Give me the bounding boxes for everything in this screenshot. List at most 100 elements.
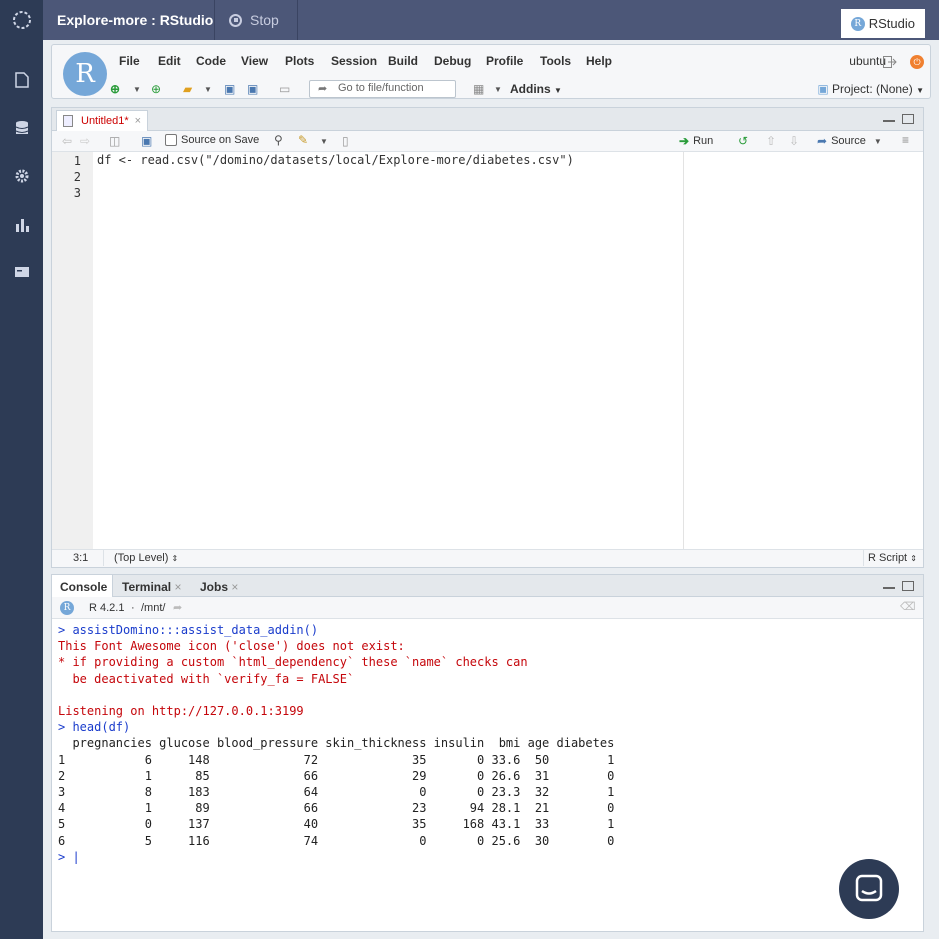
power-icon[interactable]: ⏻ (910, 55, 924, 69)
chevron-down-icon[interactable]: ▼ (204, 85, 212, 94)
back-arrow-icon[interactable]: ⇦ (62, 134, 72, 148)
source-on-save-toggle[interactable]: Source on Save (165, 134, 259, 146)
new-project-icon[interactable]: ⊕ (151, 82, 161, 96)
file-type-selector[interactable]: R Script ⇕ (868, 552, 917, 564)
source-status-bar: 3:1 (Top Level) ⇕ R Script ⇕ (52, 549, 923, 567)
menu-view[interactable]: View (241, 54, 268, 68)
grid-layout-icon[interactable]: ▦ (473, 82, 484, 96)
domino-logo-icon[interactable] (0, 0, 43, 40)
stop-label: Stop (250, 12, 279, 28)
go-to-arrow-icon: ➦ (318, 83, 328, 95)
magic-wand-icon[interactable]: ✎ (298, 133, 308, 147)
go-to-file-input[interactable]: ➦ Go to file/function (309, 80, 456, 98)
file-icon[interactable] (0, 60, 43, 100)
maximize-icon[interactable] (902, 581, 914, 591)
r-logo-icon: R (60, 601, 74, 615)
tab-untitled1[interactable]: Untitled1* × (56, 110, 148, 132)
console-line: pregnancies glucose blood_pressure skin_… (58, 736, 615, 751)
close-icon[interactable]: × (231, 580, 238, 594)
menu-debug[interactable]: Debug (434, 54, 471, 68)
clear-console-icon[interactable]: ⌫ (900, 600, 916, 613)
up-arrow-icon[interactable]: ⇧ (766, 134, 776, 148)
console-line: This Font Awesome icon ('close') does no… (58, 639, 405, 654)
user-name: ubuntu (849, 54, 886, 68)
source-button[interactable]: ➦ Source ▼ (817, 134, 882, 148)
updown-icon: ⇕ (910, 554, 917, 563)
maximize-icon[interactable] (902, 114, 914, 124)
stop-icon (229, 13, 242, 27)
r-logo: R (63, 52, 107, 96)
menu-code[interactable]: Code (196, 54, 226, 68)
chevron-down-icon[interactable]: ▼ (133, 85, 141, 94)
line-number-gutter: 1 2 3 (52, 152, 93, 549)
code-editor[interactable]: df <- read.csv("/domino/datasets/local/E… (97, 153, 574, 167)
source-label: Source (831, 135, 866, 147)
close-icon[interactable]: × (135, 115, 141, 127)
working-directory[interactable]: /mnt/ (141, 602, 165, 614)
menu-edit[interactable]: Edit (158, 54, 181, 68)
minimize-icon[interactable] (883, 116, 895, 122)
gear-icon[interactable] (0, 156, 43, 196)
menu-profile[interactable]: Profile (486, 54, 523, 68)
tab-console[interactable]: Console (52, 575, 113, 597)
new-file-icon[interactable]: ⊕ (110, 82, 120, 96)
rstudio-app: R File Edit Code View Plots Session Buil… (51, 44, 931, 936)
bar-chart-icon[interactable] (0, 205, 43, 245)
rstudio-logo-icon: R (850, 16, 865, 31)
close-icon[interactable]: × (174, 580, 181, 594)
save-all-icon[interactable]: ▣ (247, 82, 258, 96)
rerun-icon[interactable]: ↺ (738, 134, 748, 148)
chevron-down-icon[interactable]: ▼ (320, 137, 328, 146)
sign-out-icon[interactable] (883, 56, 897, 71)
menu-tools[interactable]: Tools (540, 54, 571, 68)
console-line: 4 1 89 66 23 94 28.1 21 0 (58, 801, 615, 816)
console-line: Listening on http://127.0.0.1:3199 (58, 704, 304, 719)
print-margin (683, 152, 684, 549)
show-in-window-icon[interactable]: ◫ (109, 134, 120, 148)
line-number: 3 (73, 186, 81, 200)
source-on-save-checkbox[interactable] (165, 134, 177, 146)
compile-report-icon[interactable]: ▯ (342, 134, 349, 148)
caret-down-icon: ▼ (873, 136, 882, 146)
console-output[interactable]: > assistDomino:::assist_data_addin() This… (58, 622, 614, 865)
chat-launcher-button[interactable] (839, 859, 899, 919)
rstudio-tab-button[interactable]: R RStudio (840, 9, 925, 38)
console-line: be deactivated with `verify_fa = FALSE` (58, 671, 355, 686)
code-line[interactable]: df <- read.csv("/domino/datasets/local/E… (97, 153, 574, 167)
menu-build[interactable]: Build (388, 54, 418, 68)
menu-help[interactable]: Help (586, 54, 612, 68)
menu-session[interactable]: Session (331, 54, 377, 68)
project-label: Project: (None) (832, 82, 913, 96)
minimize-icon[interactable] (883, 583, 895, 589)
chevron-down-icon[interactable]: ▼ (494, 85, 502, 94)
source-pane: Untitled1* × ⇦ ⇨ ◫ ▣ Source on Save ⚲ ✎ … (51, 107, 924, 568)
open-file-icon[interactable]: ▰ (183, 82, 192, 96)
addins-menu[interactable]: Addins ▼ (510, 82, 562, 96)
forward-arrow-icon[interactable]: ⇨ (80, 134, 90, 148)
cursor-position: 3:1 (73, 552, 89, 564)
menu-bar: R File Edit Code View Plots Session Buil… (51, 44, 931, 99)
go-to-directory-icon[interactable]: ➦ (173, 601, 182, 614)
project-menu[interactable]: ▣ Project: (None) ▼ (817, 82, 924, 96)
caret-down-icon: ▼ (916, 86, 924, 95)
run-button[interactable]: ➔ Run (679, 134, 713, 148)
run-arrow-icon: ➔ (679, 134, 690, 148)
r-version: R 4.2.1 (89, 602, 125, 614)
project-icon: ▣ (817, 82, 829, 96)
save-icon[interactable]: ▣ (224, 82, 235, 96)
outline-icon[interactable]: ≡ (902, 133, 909, 147)
credit-card-icon[interactable] (0, 252, 43, 292)
menu-plots[interactable]: Plots (285, 54, 314, 68)
save-icon[interactable]: ▣ (141, 134, 152, 148)
scope-selector[interactable]: (Top Level) ⇕ (114, 552, 178, 564)
print-icon[interactable]: ▭ (279, 82, 290, 96)
tab-terminal[interactable]: Terminal × (114, 575, 189, 597)
database-icon[interactable] (0, 108, 43, 148)
workspace-title: Explore-more : RStudio (57, 12, 214, 28)
tab-jobs[interactable]: Jobs × (192, 575, 246, 597)
menu-file[interactable]: File (119, 54, 140, 68)
stop-button[interactable]: Stop (229, 12, 279, 28)
search-icon[interactable]: ⚲ (274, 133, 283, 147)
down-arrow-icon[interactable]: ⇩ (789, 134, 799, 148)
